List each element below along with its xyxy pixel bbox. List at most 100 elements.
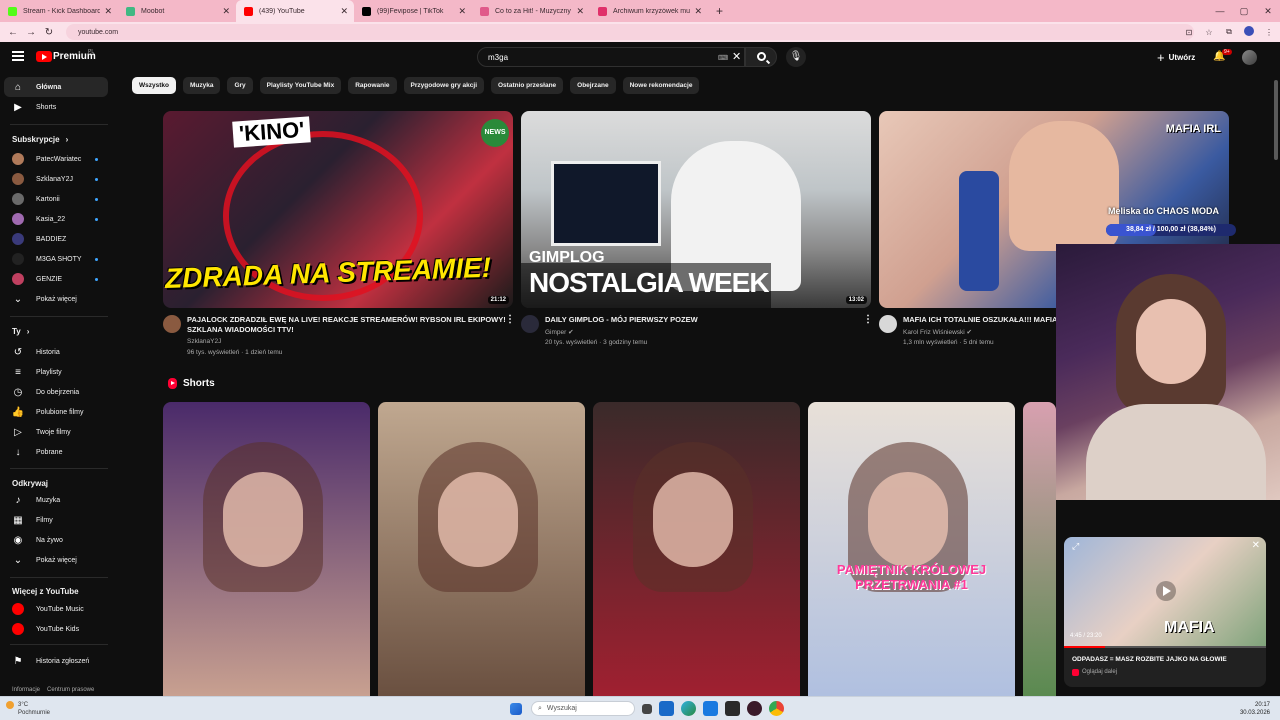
filter-chip[interactable]: Muzyka xyxy=(182,77,221,94)
edge-icon[interactable] xyxy=(681,701,696,716)
filter-chip[interactable]: Playlisty YouTube Mix xyxy=(259,77,342,94)
sidebar-item-music[interactable]: ♪ Muzyka xyxy=(4,490,108,510)
filter-chip[interactable]: Nowe rekomendacje xyxy=(622,77,700,94)
expand-icon[interactable]: ⤢ xyxy=(1072,541,1079,552)
video-channel[interactable]: Gimper ✔ xyxy=(545,328,574,336)
reload-icon[interactable]: ↻ xyxy=(40,27,58,38)
sidebar-item-youtube-app[interactable]: YouTube Kids xyxy=(4,619,108,639)
forward-icon[interactable]: → xyxy=(22,27,40,38)
task-view-icon[interactable] xyxy=(642,703,652,714)
install-icon[interactable]: ⊡ xyxy=(1182,28,1196,37)
sidebar-channel[interactable]: SzklanaY2J xyxy=(4,169,108,189)
show-more-button[interactable]: ⌄ Pokaż więcej xyxy=(4,550,108,570)
windows-start-icon[interactable] xyxy=(510,702,522,715)
sidebar-item-like[interactable]: 👍 Polubione filmy xyxy=(4,402,108,422)
browser-tab[interactable]: Moobot ✕ xyxy=(118,0,236,22)
close-icon[interactable]: ✕ xyxy=(1252,540,1260,551)
browser-tab[interactable]: (99)Fevipose | TikTok ✕ xyxy=(354,0,472,22)
scrollbar-thumb[interactable] xyxy=(1274,80,1278,160)
video-title[interactable]: PAJALOCK ZDRADZIŁ EWĘ NA LIVE! REAKCJE S… xyxy=(187,315,507,335)
keyboard-icon[interactable]: ⌨ xyxy=(718,54,728,62)
search-button[interactable] xyxy=(745,47,777,67)
clear-search-icon[interactable]: ✕ xyxy=(732,50,741,63)
tab-close-icon[interactable]: ✕ xyxy=(458,6,466,17)
tab-close-icon[interactable]: ✕ xyxy=(694,6,702,17)
sidebar-item-download[interactable]: ↓ Pobrane xyxy=(4,442,108,462)
outlook-icon[interactable] xyxy=(659,701,674,716)
channel-avatar[interactable] xyxy=(163,315,181,333)
obs-icon[interactable] xyxy=(747,701,762,716)
short-card[interactable]: PAMIĘTNIK KRÓLOWEJ PRZETRWANIA #1 xyxy=(808,402,1015,696)
app-icon[interactable] xyxy=(725,701,740,716)
you-heading[interactable]: Ty › xyxy=(12,327,29,336)
browser-tab[interactable]: Stream - Kick Dashboard ✕ xyxy=(0,0,118,22)
chrome-icon[interactable] xyxy=(769,701,784,716)
url-field[interactable]: youtube.com xyxy=(66,24,1194,40)
tab-close-icon[interactable]: ✕ xyxy=(222,6,230,17)
sidebar-item-playlists[interactable]: ≡ Playlisty xyxy=(4,362,108,382)
sidebar-item-report-history[interactable]: ⚑ Historia zgłoszeń xyxy=(4,651,108,671)
video-thumbnail-1[interactable]: 'KINO' NEWS ZDRADA NA STREAMIE! 21:12 xyxy=(163,111,513,308)
tab-close-icon[interactable]: ✕ xyxy=(340,6,348,17)
filter-chip[interactable]: Rapowanie xyxy=(348,77,397,94)
filter-chip[interactable]: Obejrzane xyxy=(570,77,616,94)
voice-search-mic-icon[interactable]: 🎙 xyxy=(786,47,806,67)
create-button[interactable]: + Utwórz xyxy=(1157,49,1195,65)
browser-tab[interactable]: (439) YouTube ✕ xyxy=(236,0,354,22)
channel-avatar[interactable] xyxy=(521,315,539,333)
miniplayer-title[interactable]: ODPADASZ = MASZ ROZBITE JAJKO NA GŁOWIE xyxy=(1072,656,1227,663)
browser-tab[interactable]: Co to za Hit! - Muzyczny Quiz - ✕ xyxy=(472,0,590,22)
back-icon[interactable]: ← xyxy=(4,27,22,38)
sidebar-item-live[interactable]: ◉ Na żywo xyxy=(4,530,108,550)
taskbar-search[interactable]: ⌕ Wyszukaj xyxy=(531,701,635,716)
miniplayer-video[interactable]: ⤢ ✕ 4:45 / 23:20 MAFIA xyxy=(1064,537,1266,648)
sidebar-channel[interactable]: M3GA SHOTY xyxy=(4,249,108,269)
video-channel[interactable]: Karol Friz Wiśniewski ✔ xyxy=(903,328,972,336)
sidebar-item-your-videos[interactable]: ▷ Twoje filmy xyxy=(4,422,108,442)
sidebar-item-youtube-app[interactable]: YouTube Music xyxy=(4,599,108,619)
sidebar-channel[interactable]: Kasia_22 xyxy=(4,209,108,229)
short-card[interactable] xyxy=(593,402,800,696)
video-channel[interactable]: SzklanaY2J xyxy=(187,338,221,345)
hamburger-menu-icon[interactable] xyxy=(12,51,24,61)
play-icon[interactable] xyxy=(1156,581,1176,601)
subscriptions-heading[interactable]: Subskrypcje › xyxy=(12,135,68,144)
filter-chip[interactable]: Ostatnio przesłane xyxy=(491,77,564,94)
sidebar-channel[interactable]: Kartonii xyxy=(4,189,108,209)
footer-link[interactable]: Centrum prasowe xyxy=(47,687,94,693)
sidebar-item-watch-later[interactable]: ◷ Do obejrzenia xyxy=(4,382,108,402)
video-title[interactable]: DAILY GIMPLOG - MÓJ PIERWSZY POZEW xyxy=(545,315,865,325)
sidebar-channel[interactable]: GENZIE xyxy=(4,269,108,289)
sidebar-item-history[interactable]: ↺ Historia xyxy=(4,342,108,362)
menu-dots-icon[interactable]: ⋮ xyxy=(1262,28,1276,37)
youtube-logo-icon[interactable] xyxy=(36,51,52,62)
window-close-icon[interactable]: ✕ xyxy=(1256,6,1280,17)
footer-link[interactable]: Informacje xyxy=(12,687,40,693)
account-avatar[interactable] xyxy=(1242,50,1257,65)
sidebar-item-movies[interactable]: ▦ Filmy xyxy=(4,510,108,530)
show-more-button[interactable]: ⌄ Pokaż więcej xyxy=(4,289,108,309)
video-menu-icon[interactable]: ⋮ xyxy=(505,314,515,325)
video-menu-icon[interactable]: ⋮ xyxy=(863,314,873,325)
bookmark-star-icon[interactable]: ☆ xyxy=(1202,28,1216,37)
filter-chip[interactable]: Przygodowe gry akcji xyxy=(403,77,484,94)
sidebar-channel[interactable]: PatecWariatec xyxy=(4,149,108,169)
extensions-icon[interactable]: ⧉ xyxy=(1222,27,1236,37)
taskbar-clock[interactable]: 20:17 30.03.2026 xyxy=(1240,701,1270,717)
sidebar-item-home[interactable]: ⌂ Główna xyxy=(4,77,108,97)
video-thumbnail-2[interactable]: GIMPLOG NOSTALGIA WEEK 13:02 xyxy=(521,111,871,308)
tab-close-icon[interactable]: ✕ xyxy=(576,6,584,17)
filter-chip[interactable]: Wszystko xyxy=(132,77,176,94)
short-card[interactable] xyxy=(378,402,585,696)
video-title[interactable]: MAFIA ICH TOTALNIE OSZUKAŁA!!! MAFIA xyxy=(903,315,1063,325)
short-card[interactable] xyxy=(163,402,370,696)
sidebar-item-shorts[interactable]: ▶ Shorts xyxy=(4,97,108,117)
short-card[interactable] xyxy=(1023,402,1056,696)
channel-avatar[interactable] xyxy=(879,315,897,333)
tab-close-icon[interactable]: ✕ xyxy=(104,6,112,17)
miniplayer-subtitle[interactable]: Oglądaj dalej xyxy=(1082,669,1117,675)
filter-chip[interactable]: Gry xyxy=(227,77,253,94)
miniplayer[interactable]: ⤢ ✕ 4:45 / 23:20 MAFIA ODPADASZ = MASZ R… xyxy=(1064,537,1266,687)
minimize-icon[interactable]: — xyxy=(1208,6,1232,16)
search-input[interactable]: m3ga xyxy=(477,47,745,67)
